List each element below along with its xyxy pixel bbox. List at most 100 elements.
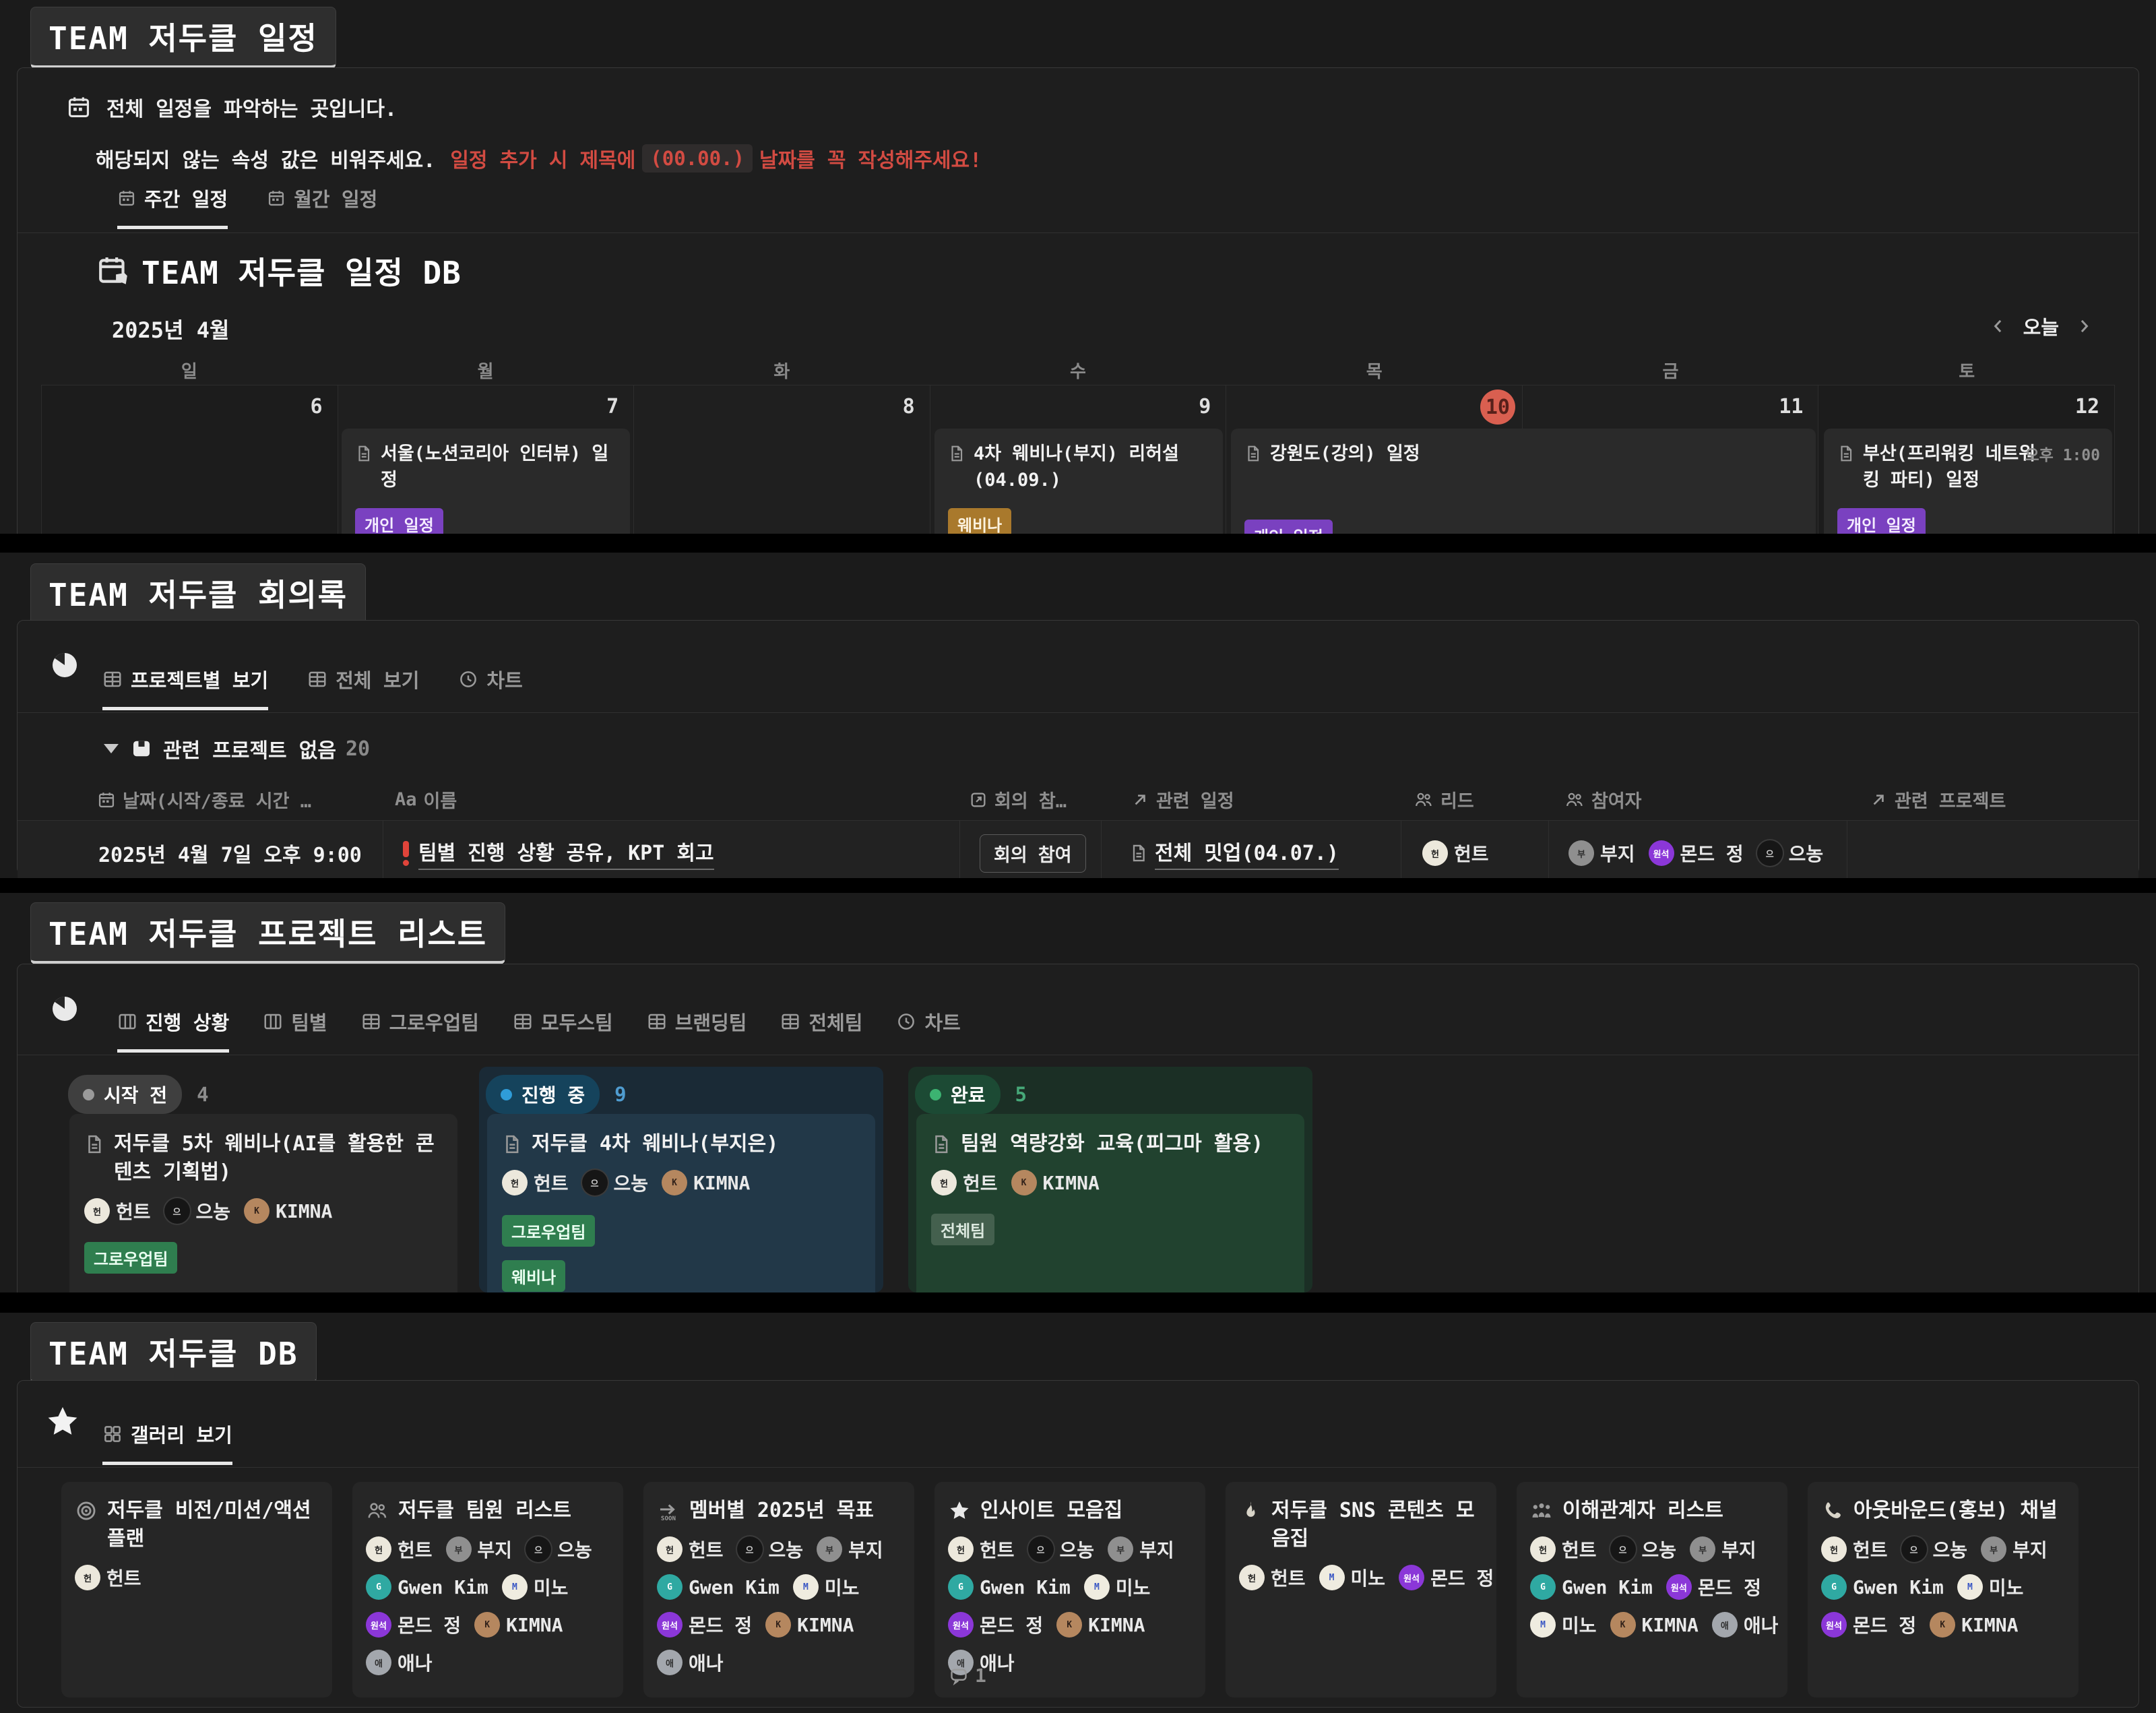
tab-label: 월간 일정	[294, 184, 377, 212]
person-chip: 헌헌트	[657, 1536, 724, 1563]
avatar: K	[1930, 1612, 1955, 1638]
gallery-card[interactable]: 아웃바운드(홍보) 채널 헌헌트으으농부부지GGwen KimM미노원석몬드 정…	[1808, 1482, 2079, 1698]
project-card[interactable]: 저두클 5차 웨비나(AI를 활용한 콘텐츠 기획법) 헌헌트으으농KKIMNA…	[69, 1114, 457, 1292]
calendar-event[interactable]: 4차 웨비나(부지) 리허설 (04.09.) 웨비나	[934, 429, 1223, 534]
avatar: 부	[817, 1536, 842, 1562]
column-header-name[interactable]: Aa 이름	[395, 786, 457, 813]
column-header-participants[interactable]: 참여자	[1564, 786, 1642, 813]
avatar: 부	[1981, 1536, 2006, 1562]
gallery-card[interactable]: 저두클 비전/미션/액션 플랜 헌헌트	[61, 1482, 332, 1698]
person-row: 헌헌트KKIMNA	[931, 1169, 1290, 1196]
column-header-related-project[interactable]: 관련 프로젝트	[1869, 786, 2006, 813]
person-chip: 부부지	[1981, 1536, 2048, 1563]
person-row: GGwen KimM미노	[366, 1574, 610, 1600]
tab-label: 프로젝트별 보기	[131, 665, 268, 693]
column-header[interactable]: 시작 전 4	[68, 1075, 209, 1114]
tab-chart[interactable]: 차트	[896, 1007, 960, 1053]
tab-whole-team[interactable]: 전체팀	[780, 1007, 862, 1053]
gallery-card[interactable]: 인사이트 모음집 헌헌트으으농부부지GGwen KimM미노원석몬드 정KKIM…	[934, 1482, 1205, 1698]
column-header[interactable]: 완료 5	[915, 1075, 1027, 1114]
schedule-view-tabs: 주간 일정 월간 일정	[117, 184, 377, 229]
card-title: 저두클 4차 웨비나(부지은)	[532, 1130, 778, 1158]
person-chip: 부부지	[1108, 1536, 1174, 1563]
tab-modus-team[interactable]: 모두스팀	[513, 1007, 613, 1053]
tab-branding-team[interactable]: 브랜딩팀	[647, 1007, 747, 1053]
board-icon	[263, 1011, 283, 1032]
relation-arrow-icon	[1869, 790, 1888, 809]
calendar-event[interactable]: 부산(프리워킹 네트워킹 파티) 일정 오후 1:00 개인 일정	[1824, 429, 2112, 534]
person-chip: KKIMNA	[765, 1612, 854, 1638]
column-header[interactable]: 진행 중 9	[486, 1075, 627, 1114]
page-title: TEAM 저두클 회의록	[49, 577, 348, 613]
person-chip: 원석몬드 정	[1649, 840, 1744, 867]
avatar: G	[1530, 1574, 1556, 1600]
page-link-minutes[interactable]: TEAM 저두클 회의록	[30, 563, 366, 625]
page-link-db[interactable]: TEAM 저두클 DB	[30, 1322, 317, 1384]
avatar: 원석	[1649, 840, 1674, 866]
page-link-schedule[interactable]: TEAM 저두클 일정	[30, 7, 336, 69]
today-button[interactable]: 오늘	[2023, 312, 2059, 340]
avatar: 헌	[657, 1536, 683, 1562]
person-chip: KKIMNA	[1930, 1612, 2018, 1638]
next-month-button[interactable]	[2074, 316, 2094, 336]
chevron-left-icon	[1988, 316, 2008, 336]
person-name: 헌트	[1271, 1564, 1306, 1591]
tab-by-team[interactable]: 팀별	[263, 1007, 327, 1053]
gallery-card[interactable]: 저두클 SNS 콘텐츠 모음집 헌헌트M미노원석몬드 정	[1226, 1482, 1496, 1698]
tab-progress[interactable]: 진행 상황	[117, 1007, 229, 1053]
callout-warning-b: 날짜를 꼭 작성해주세요!	[759, 144, 982, 173]
person-chip: GGwen Kim	[1530, 1574, 1653, 1600]
project-card[interactable]: 저두클 4차 웨비나(부지은) 헌헌트으으농KKIMNA 그로우업팀 웨비나	[487, 1114, 875, 1292]
fire-icon	[1239, 1499, 1262, 1522]
join-meeting-button[interactable]: 회의 참여	[980, 834, 1086, 873]
gallery-card[interactable]: 저두클 팀원 리스트 헌헌트부부지으으농GGwen KimM미노원석몬드 정KK…	[352, 1482, 623, 1698]
person-name: KIMNA	[506, 1614, 563, 1636]
column-header-date[interactable]: 날짜(시작/종료 시간 …	[97, 786, 311, 813]
person-chip: 애애나	[1712, 1611, 1779, 1638]
prev-month-button[interactable]	[1988, 316, 2008, 336]
tab-chart[interactable]: 차트	[458, 665, 522, 710]
cell-related-schedule[interactable]: 전체 밋업(04.07.)	[1129, 821, 1339, 878]
date-number: 12	[2075, 395, 2099, 418]
person-name: 미노	[534, 1574, 569, 1600]
tab-all-view[interactable]: 전체 보기	[307, 665, 419, 710]
tab-monthly-schedule[interactable]: 월간 일정	[267, 184, 377, 229]
table-icon	[647, 1011, 667, 1032]
gallery-card[interactable]: 멤버별 2025년 목표 헌헌트으으농부부지GGwen KimM미노원석몬드 정…	[643, 1482, 914, 1698]
clock-icon	[458, 669, 478, 689]
card-people: 헌헌트으으농KKIMNA	[84, 1197, 443, 1224]
card-title: 멤버별 2025년 목표	[689, 1497, 874, 1525]
tab-growup-team[interactable]: 그로우업팀	[361, 1007, 479, 1053]
group-label: 관련 프로젝트 없음	[163, 734, 336, 764]
column-header-related-schedule[interactable]: 관련 일정	[1131, 786, 1234, 813]
gallery-card[interactable]: 이해관계자 리스트 헌헌트으으농부부지GGwen Kim원석몬드 정M미노KKI…	[1517, 1482, 1787, 1698]
avatar: G	[948, 1574, 974, 1600]
page-link-projects[interactable]: TEAM 저두클 프로젝트 리스트	[30, 902, 505, 964]
tab-by-project[interactable]: 프로젝트별 보기	[102, 665, 268, 710]
table-row[interactable]: 2025년 4월 7일 오후 9:00 팀별 진행 상황 공유, KPT 회고 …	[18, 820, 2138, 878]
person-chip: 헌헌트	[1239, 1564, 1306, 1591]
avatar: 헌	[502, 1170, 528, 1195]
person-name: KIMNA	[797, 1614, 854, 1636]
column-header-join[interactable]: 회의 참…	[969, 786, 1067, 813]
tab-gallery-view[interactable]: 갤러리 보기	[102, 1420, 232, 1465]
group-header[interactable]: 관련 프로젝트 없음 20	[104, 734, 370, 764]
person-chip: 부부지	[446, 1536, 513, 1563]
person-name: 으농	[769, 1536, 804, 1563]
calendar-event[interactable]: 강원도(강의) 일정 개인 일정	[1231, 429, 1816, 534]
group-count: 20	[346, 737, 370, 761]
date-format-code: (00.00.)	[642, 144, 753, 173]
calendar-cell[interactable]: 6	[41, 385, 338, 534]
today-badge: 10	[1480, 390, 1515, 425]
person-name: 으농	[557, 1536, 592, 1563]
tab-weekly-schedule[interactable]: 주간 일정	[117, 184, 228, 229]
cell-name[interactable]: 팀별 진행 상황 공유, KPT 회고	[403, 821, 714, 878]
project-card[interactable]: 팀원 역량강화 교육(피그마 활용) 헌헌트KKIMNA 전체팀	[916, 1114, 1304, 1292]
card-tag: 그로우업팀	[502, 1215, 595, 1247]
column-header-lead[interactable]: 리드	[1414, 786, 1474, 813]
calendar-event[interactable]: 서울(노션코리아 인터뷰) 일정 개인 일정	[342, 429, 630, 534]
card-people: 헌헌트M미노원석몬드 정	[1239, 1564, 1483, 1591]
avatar: G	[1821, 1574, 1847, 1600]
tab-divider	[18, 712, 2138, 713]
calendar-cell[interactable]: 8	[634, 385, 930, 534]
